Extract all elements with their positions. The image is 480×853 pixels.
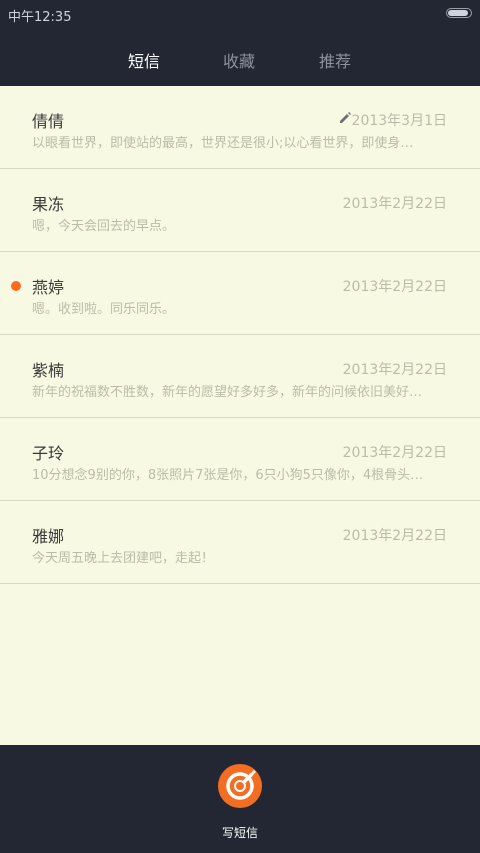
conversation-row[interactable]: 紫楠 2013年2月22日 新年的祝福数不胜数，新年的愿望好多好多，新年的问候依… [0, 335, 480, 418]
status-time: 中午12:35 [8, 10, 72, 25]
conversation-row[interactable]: 燕婷 2013年2月22日 嗯。收到啦。同乐同乐。 [0, 252, 480, 335]
message-preview: 10分想念9别的你，8张照片7张是你，6只小狗5只像你，4根骨头… [32, 468, 424, 483]
message-date: 2013年2月22日 [342, 362, 447, 378]
conversation-row[interactable]: 果冻 2013年2月22日 嗯，今天会回去的早点。 [0, 169, 480, 252]
message-preview: 今天周五晚上去团建吧，走起！ [32, 551, 215, 566]
contact-name: 紫楠 [32, 361, 65, 380]
status-bar: 中午12:35 [0, 0, 480, 28]
message-preview: 以眼看世界，即使站的最高，世界还是很小;以心看世界，即使身… [32, 136, 414, 151]
battery-icon [446, 8, 472, 18]
pencil-icon [340, 112, 351, 123]
message-date: 2013年2月22日 [342, 528, 447, 544]
tab-recommend[interactable]: 推荐 [319, 48, 351, 72]
message-preview: 嗯。收到啦。同乐同乐。 [32, 302, 176, 317]
message-preview: 新年的祝福数不胜数，新年的愿望好多好多，新年的问候依旧美好… [32, 385, 423, 400]
contact-name: 子玲 [32, 444, 65, 463]
contact-name: 果冻 [32, 195, 65, 214]
bottom-bar: 写短信 [0, 745, 480, 853]
tab-favorites[interactable]: 收藏 [223, 48, 255, 72]
top-tabs: 短信 收藏 推荐 [0, 28, 480, 86]
tab-sms[interactable]: 短信 [128, 48, 160, 72]
conversation-row[interactable]: 子玲 2013年2月22日 10分想念9别的你，8张照片7张是你，6只小狗5只像… [0, 418, 480, 501]
message-date: 2013年2月22日 [342, 445, 447, 461]
conversation-row[interactable]: 倩倩 2013年3月1日 以眼看世界，即使站的最高，世界还是很小;以心看世界，即… [0, 86, 480, 169]
contact-name: 燕婷 [32, 278, 65, 297]
message-date: 2013年2月22日 [342, 279, 447, 295]
compose-icon [226, 770, 256, 800]
message-preview: 嗯，今天会回去的早点。 [32, 219, 176, 234]
message-date: 2013年3月1日 [351, 113, 447, 129]
battery-fill [448, 10, 468, 16]
conversation-list: 倩倩 2013年3月1日 以眼看世界，即使站的最高，世界还是很小;以心看世界，即… [0, 86, 480, 745]
contact-name: 雅娜 [32, 527, 65, 546]
message-date: 2013年2月22日 [342, 196, 447, 212]
conversation-row[interactable]: 雅娜 2013年2月22日 今天周五晚上去团建吧，走起！ [0, 501, 480, 584]
unread-dot [11, 281, 21, 291]
sms-app-screen: 中午12:35 短信 收藏 推荐 倩倩 2013年3月1日 以眼看世界，即使站的… [0, 0, 480, 853]
compose-button[interactable] [218, 764, 262, 808]
contact-name: 倩倩 [32, 112, 65, 131]
compose-label: 写短信 [221, 826, 258, 840]
